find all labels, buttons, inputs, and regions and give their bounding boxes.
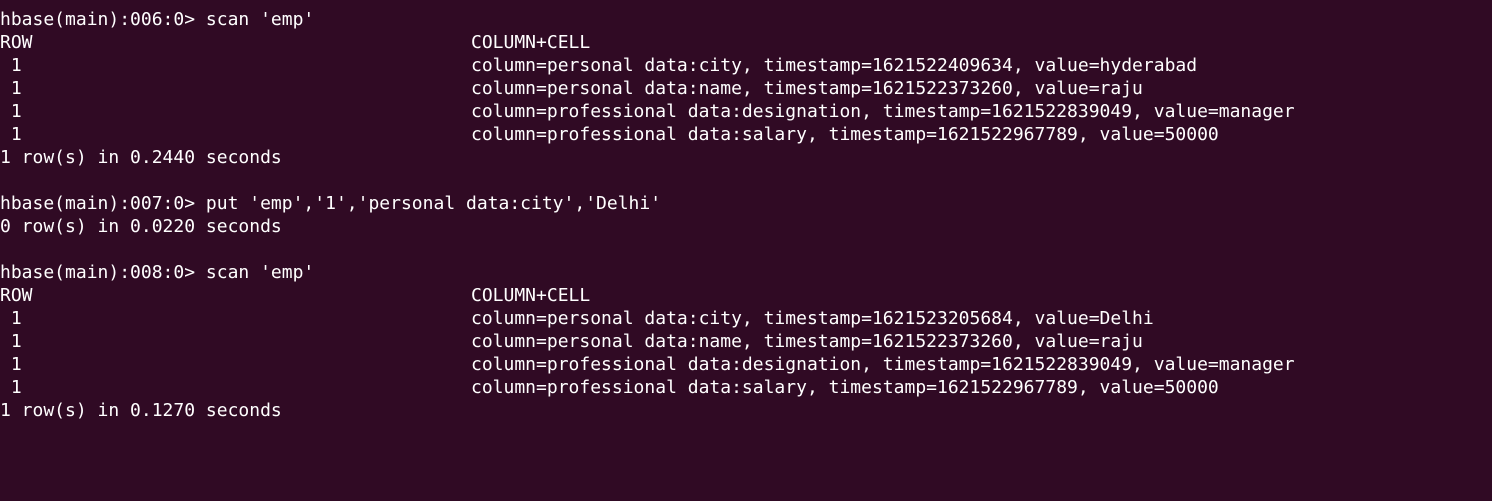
command-line: hbase(main):008:0> scan 'emp' [0,261,1492,284]
scan-header-row: ROW COLUMN+CELL [0,31,1492,54]
row-header: ROW [0,32,33,53]
summary-text: 1 row(s) in 0.1270 seconds [0,400,282,421]
row-key: 1 [0,377,22,398]
command-text: hbase(main):007:0> put 'emp','1','person… [0,193,662,214]
scan-result-row: 1 column=professional data:salary, times… [0,376,1492,399]
row-key: 1 [0,354,22,375]
cell-value: column=personal data:city, timestamp=162… [471,308,1154,329]
row-header: ROW [0,285,33,306]
command-text: hbase(main):008:0> scan 'emp' [0,262,315,283]
column-cell-header: COLUMN+CELL [471,32,591,53]
row-key: 1 [0,124,22,145]
row-key: 1 [0,55,22,76]
cell-value: column=personal data:city, timestamp=162… [471,55,1198,76]
scan-result-row: 1 column=personal data:city, timestamp=1… [0,307,1492,330]
summary-line: 0 row(s) in 0.0220 seconds [0,215,1492,238]
command-line: hbase(main):006:0> scan 'emp' [0,8,1492,31]
terminal-window[interactable]: hbase(main):006:0> scan 'emp' ROW COLUMN… [0,0,1492,501]
scan-result-row: 1 column=personal data:name, timestamp=1… [0,330,1492,353]
cell-value: column=professional data:designation, ti… [471,101,1295,122]
summary-text: 1 row(s) in 0.2440 seconds [0,147,282,168]
summary-text: 0 row(s) in 0.0220 seconds [0,216,282,237]
scan-result-row: 1 column=professional data:salary, times… [0,123,1492,146]
command-line: hbase(main):007:0> put 'emp','1','person… [0,192,1492,215]
summary-line: 1 row(s) in 0.1270 seconds [0,399,1492,422]
cell-value: column=professional data:salary, timesta… [471,377,1219,398]
scan-result-row: 1 column=professional data:designation, … [0,353,1492,376]
column-cell-header: COLUMN+CELL [471,285,591,306]
command-text: hbase(main):006:0> scan 'emp' [0,9,315,30]
cell-value: column=professional data:designation, ti… [471,354,1295,375]
cell-value: column=personal data:name, timestamp=162… [471,331,1143,352]
scan-result-row: 1 column=personal data:name, timestamp=1… [0,77,1492,100]
cell-value: column=personal data:name, timestamp=162… [471,78,1143,99]
row-key: 1 [0,78,22,99]
scan-result-row: 1 column=personal data:city, timestamp=1… [0,54,1492,77]
scan-header-row: ROW COLUMN+CELL [0,284,1492,307]
row-key: 1 [0,331,22,352]
summary-line: 1 row(s) in 0.2440 seconds [0,146,1492,169]
row-key: 1 [0,308,22,329]
scan-result-row: 1 column=professional data:designation, … [0,100,1492,123]
row-key: 1 [0,101,22,122]
cell-value: column=professional data:salary, timesta… [471,124,1219,145]
